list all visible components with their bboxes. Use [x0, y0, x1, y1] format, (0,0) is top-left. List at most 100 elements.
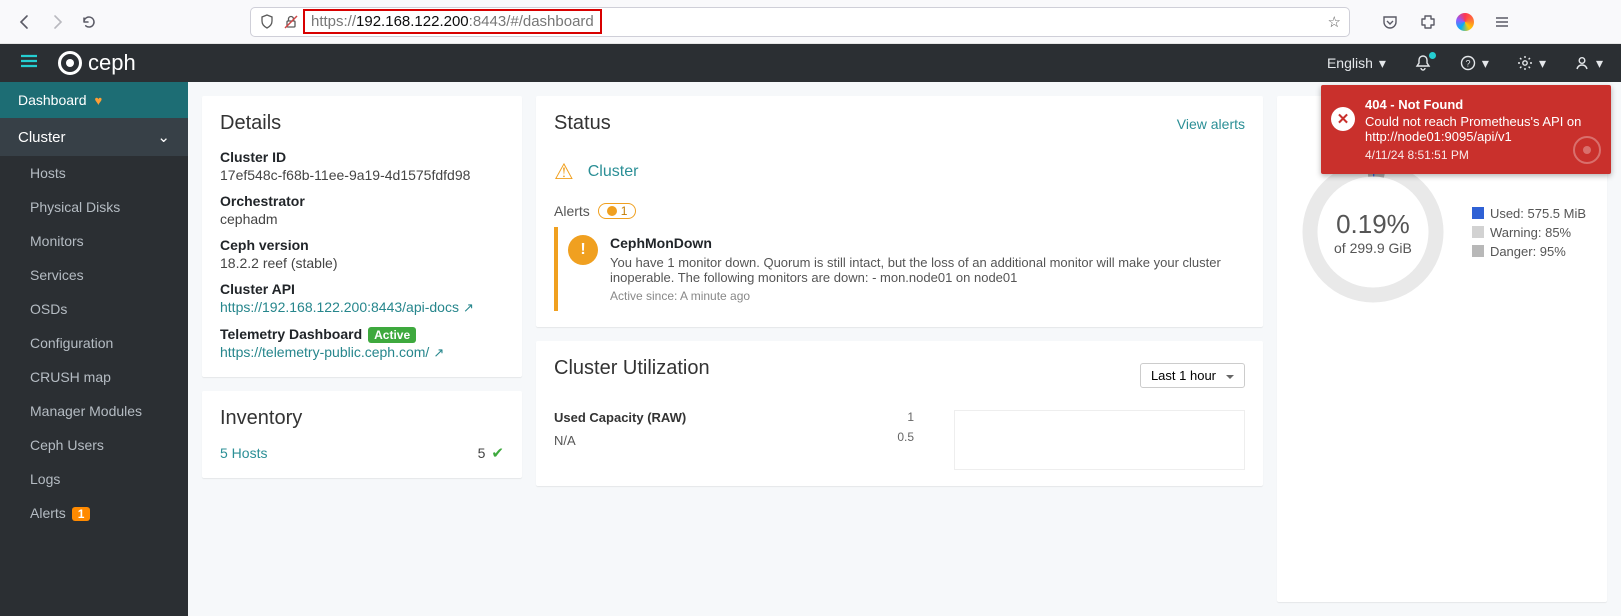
sidebar-item-manager-modules[interactable]: Manager Modules — [0, 394, 188, 428]
sidebar-alerts[interactable]: Alerts1 — [0, 496, 188, 530]
settings-menu[interactable]: ▾ — [1517, 55, 1546, 72]
sidebar-toggle-icon[interactable] — [18, 50, 40, 77]
card-title: Inventory — [220, 407, 504, 430]
time-range-select[interactable]: Last 1 hour — [1140, 363, 1245, 388]
alert-severity-icon: ! — [568, 235, 598, 265]
firefox-account-icon[interactable] — [1456, 13, 1474, 31]
inventory-count: 5 — [478, 445, 486, 461]
api-label: Cluster API — [220, 281, 504, 297]
chevron-down-icon: ▾ — [1482, 55, 1489, 72]
card-title: Cluster Utilization — [554, 357, 710, 380]
details-card: Details Cluster ID 17ef548c-f68b-11ee-9a… — [202, 96, 522, 377]
orchestrator-label: Orchestrator — [220, 193, 504, 209]
toast-timestamp: 4/11/24 8:51:51 PM — [1365, 148, 1597, 162]
legend-danger: Danger: 95% — [1490, 244, 1566, 259]
legend-swatch-icon — [1472, 245, 1484, 257]
cluster-status-link[interactable]: Cluster — [588, 163, 639, 181]
api-link[interactable]: https://192.168.122.200:8443/api-docs — [220, 299, 459, 315]
sidebar-item-configuration[interactable]: Configuration — [0, 326, 188, 360]
notification-dot — [1429, 52, 1436, 59]
url-highlight: https://192.168.122.200:8443/#/dashboard — [303, 9, 602, 34]
sidebar-item-services[interactable]: Services — [0, 258, 188, 292]
sidebar-item-crush-map[interactable]: CRUSH map — [0, 360, 188, 394]
external-link-icon: ↗ — [433, 345, 444, 360]
sidebar-label: Cluster — [18, 129, 66, 146]
alerts-count-pill[interactable]: 1 — [598, 203, 637, 219]
bookmark-star-icon[interactable]: ☆ — [1328, 13, 1341, 31]
brand-logo: ceph — [58, 50, 136, 76]
brand-text: ceph — [88, 50, 136, 76]
version-label: Ceph version — [220, 237, 504, 253]
alerts-count-value: 1 — [621, 204, 628, 218]
back-button[interactable] — [14, 11, 36, 33]
extensions-icon[interactable] — [1418, 12, 1438, 32]
alert-since: Active since: A minute ago — [610, 289, 1235, 303]
check-circle-icon: ✔ — [491, 444, 504, 462]
version-value: 18.2.2 reef (stable) — [220, 255, 504, 271]
heart-icon: ♥ — [95, 93, 103, 108]
sidebar: Dashboard♥ Cluster⌄ HostsPhysical DisksM… — [0, 82, 188, 616]
notifications-icon[interactable] — [1414, 54, 1432, 72]
toast-title: 404 - Not Found — [1365, 97, 1597, 112]
used-capacity-value: N/A — [554, 433, 854, 448]
sidebar-item-physical-disks[interactable]: Physical Disks — [0, 190, 188, 224]
close-icon[interactable]: ✕ — [1331, 107, 1355, 131]
error-toast[interactable]: ✕ 404 - Not Found Could not reach Promet… — [1321, 85, 1611, 174]
shield-icon — [259, 14, 275, 30]
reload-button[interactable] — [78, 11, 100, 33]
lock-warning-icon — [283, 14, 299, 30]
alert-description: You have 1 monitor down. Quorum is still… — [610, 255, 1235, 285]
status-card: Status View alerts ⚠ Cluster Alerts 1 ! … — [536, 96, 1263, 327]
help-icon: ? — [1460, 55, 1476, 71]
sidebar-dashboard[interactable]: Dashboard ♥ — [0, 82, 188, 118]
utilization-card: Cluster Utilization Last 1 hour Used Cap… — [536, 341, 1263, 486]
chevron-down-icon: ▾ — [1379, 55, 1386, 72]
pocket-icon[interactable] — [1380, 12, 1400, 32]
time-range-label: Last 1 hour — [1151, 368, 1216, 383]
inventory-hosts-link[interactable]: 5 Hosts — [220, 445, 267, 461]
cluster-id-label: Cluster ID — [220, 149, 504, 165]
view-alerts-link[interactable]: View alerts — [1177, 116, 1245, 132]
url-host: 192.168.122.200 — [356, 13, 469, 30]
alert-name: CephMonDown — [610, 235, 1235, 251]
language-selector[interactable]: English▾ — [1327, 55, 1386, 72]
dot-icon — [607, 206, 617, 216]
forward-button[interactable] — [46, 11, 68, 33]
svg-text:?: ? — [1465, 59, 1470, 69]
gear-icon — [1517, 55, 1533, 71]
url-path: :8443/#/dashboard — [469, 13, 594, 30]
help-menu[interactable]: ?▾ — [1460, 55, 1489, 72]
chart-area — [954, 410, 1245, 470]
sidebar-item-hosts[interactable]: Hosts — [0, 156, 188, 190]
app-menu-icon[interactable] — [1492, 12, 1512, 32]
ceph-watermark-icon — [1573, 136, 1601, 164]
cluster-id-value: 17ef548c-f68b-11ee-9a19-4d1575fdfd98 — [220, 167, 504, 183]
card-title: Status — [554, 112, 611, 135]
telemetry-link[interactable]: https://telemetry-public.ceph.com/ — [220, 344, 429, 360]
capacity-percent: 0.19% — [1336, 209, 1410, 240]
card-title: Details — [220, 112, 504, 135]
sidebar-item-ceph-users[interactable]: Ceph Users — [0, 428, 188, 462]
sidebar-item-logs[interactable]: Logs — [0, 462, 188, 496]
capacity-donut: 0.19% of 299.9 GiB — [1298, 157, 1448, 307]
inventory-card: Inventory 5 Hosts 5 ✔ — [202, 391, 522, 478]
alerts-label: Alerts — [554, 203, 590, 219]
sidebar-item-monitors[interactable]: Monitors — [0, 224, 188, 258]
orchestrator-value: cephadm — [220, 211, 504, 227]
chart-y-axis: 1 0.5 — [894, 410, 914, 470]
sidebar-label: Dashboard — [18, 92, 87, 108]
legend-swatch-icon — [1472, 226, 1484, 238]
capacity-legend: Used: 575.5 MiB Warning: 85% Danger: 95% — [1472, 202, 1586, 263]
user-icon — [1574, 55, 1590, 71]
user-menu[interactable]: ▾ — [1574, 55, 1603, 72]
sidebar-item-osds[interactable]: OSDs — [0, 292, 188, 326]
ceph-logo-icon — [58, 51, 82, 75]
browser-right-icons — [1380, 12, 1512, 32]
legend-swatch-icon — [1472, 207, 1484, 219]
address-bar[interactable]: https://192.168.122.200:8443/#/dashboard… — [250, 7, 1350, 37]
alert-item[interactable]: ! CephMonDown You have 1 monitor down. Q… — [554, 227, 1245, 311]
external-link-icon: ↗ — [463, 300, 474, 315]
url-protocol: https:// — [311, 13, 356, 30]
sidebar-cluster-toggle[interactable]: Cluster⌄ — [0, 118, 188, 156]
warning-triangle-icon: ⚠ — [554, 159, 574, 185]
